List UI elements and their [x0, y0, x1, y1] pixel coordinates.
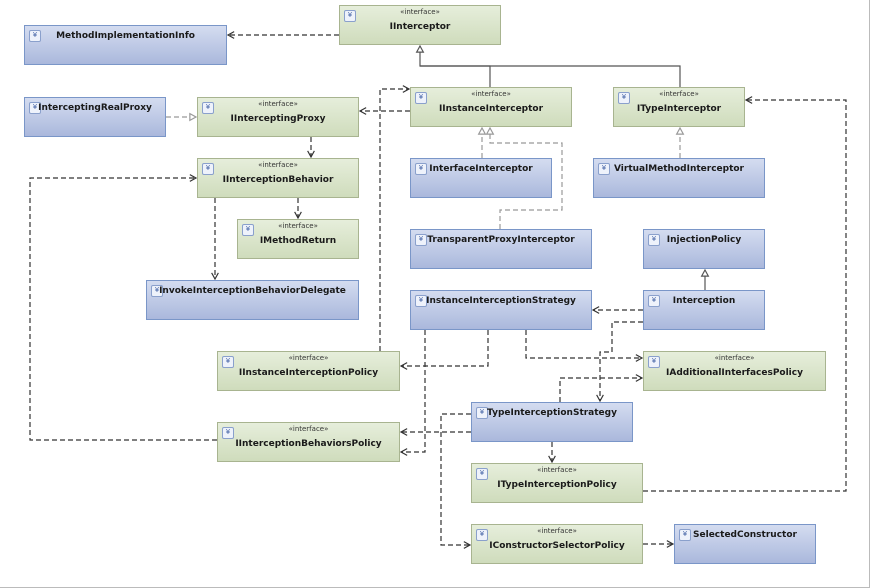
hollow-triangle-arrowhead-icon	[415, 44, 425, 53]
stereotype-label: «interface»	[258, 100, 298, 108]
box-name: TransparentProxyInterceptor	[427, 235, 575, 245]
box-name: InstanceInterceptionStrategy	[426, 296, 576, 306]
stereotype-label: «interface»	[537, 466, 577, 474]
box-name: IInstanceInterceptionPolicy	[238, 368, 379, 378]
interface-box-i-interception-behavior[interactable]: ¥ «interface» IInterceptionBehavior	[197, 158, 359, 198]
interface-box-i-type-interception-policy[interactable]: ¥ «interface» ITypeInterceptionPolicy	[471, 463, 643, 503]
interface-box-i-type-interceptor[interactable]: ¥ «interface» ITypeInterceptor	[613, 87, 745, 127]
stereotype-label: «interface»	[400, 8, 440, 16]
dependency-edge-instance-interception-strategy-to-i-additional-interfaces-policy	[525, 330, 642, 359]
box-name: IInterceptingProxy	[230, 114, 326, 124]
box-name: IAdditionalInterfacesPolicy	[666, 368, 803, 378]
box-name: SelectedConstructor	[693, 530, 797, 540]
box-name: IInterceptionBehaviorsPolicy	[235, 439, 382, 449]
class-box-instance-interception-strategy[interactable]: ¥ InstanceInterceptionStrategy	[410, 290, 592, 330]
hollow-triangle-arrowhead-icon	[189, 112, 198, 122]
box-name: VirtualMethodInterceptor	[614, 164, 744, 174]
box-name: InvokeInterceptionBehaviorDelegate	[159, 286, 346, 296]
class-box-type-interception-strategy[interactable]: ¥ TypeInterceptionStrategy	[471, 402, 633, 442]
stereotype-label: «interface»	[288, 425, 329, 433]
class-box-interception[interactable]: ¥ Interception	[643, 290, 765, 330]
class-box-intercepting-real-proxy[interactable]: ¥ InterceptingRealProxy	[24, 97, 166, 137]
dependency-edge-type-interception-strategy-to-i-constructor-selector-policy	[440, 413, 471, 546]
stereotype-label: «interface»	[278, 222, 318, 230]
stereotype-label: «interface»	[659, 90, 699, 98]
stereotype-label: «interface»	[537, 527, 577, 535]
class-diagram: ¥ «interface» IInterceptor ¥ MethodImplement…	[0, 0, 870, 588]
class-box-transparent-proxy-interceptor[interactable]: ¥ TransparentProxyInterceptor	[410, 229, 592, 269]
interface-box-i-additional-interfaces-policy[interactable]: ¥ «interface» IAdditionalInterfacesPolicy	[643, 351, 826, 391]
dependency-edge-i-instance-interception-policy-to-i-instance-interceptor	[379, 88, 409, 351]
class-box-method-implementation-info[interactable]: ¥ MethodImplementationInfo	[24, 25, 227, 65]
box-name: ITypeInterceptionPolicy	[497, 480, 617, 490]
class-box-selected-constructor[interactable]: ¥ SelectedConstructor	[674, 524, 816, 564]
box-name: IMethodReturn	[259, 236, 337, 246]
hollow-triangle-arrowhead-icon	[700, 268, 710, 277]
stereotype-label: «interface»	[714, 354, 755, 362]
interface-box-i-instance-interception-policy[interactable]: ¥ «interface» IInstanceInterceptionPolicy	[217, 351, 400, 391]
box-name: InterceptingRealProxy	[38, 103, 152, 113]
interface-box-i-interceptor[interactable]: ¥ «interface» IInterceptor	[339, 5, 501, 45]
box-name: Interception	[672, 296, 736, 306]
class-box-interface-interceptor[interactable]: ¥ InterfaceInterceptor	[410, 158, 552, 198]
box-name: IInstanceInterceptor	[438, 104, 544, 114]
hollow-triangle-arrowhead-icon	[675, 126, 685, 135]
stereotype-label: «interface»	[258, 161, 298, 169]
class-box-invoke-interception-behavior-delegate[interactable]: ¥ InvokeInterceptionBehaviorDelegate	[146, 280, 359, 320]
hollow-triangle-arrowhead-icon	[485, 126, 495, 135]
box-name: IInterceptor	[389, 22, 451, 32]
class-box-injection-policy[interactable]: ¥ InjectionPolicy	[643, 229, 765, 269]
open-arrowhead-icon	[402, 85, 411, 93]
interface-box-i-method-return[interactable]: ¥ «interface» IMethodReturn	[237, 219, 359, 259]
hollow-triangle-arrowhead-icon	[477, 126, 487, 135]
stereotype-label: «interface»	[288, 354, 329, 362]
interface-box-i-instance-interceptor[interactable]: ¥ «interface» IInstanceInterceptor	[410, 87, 572, 127]
stereotype-label: «interface»	[471, 90, 511, 98]
box-name: InjectionPolicy	[666, 235, 742, 245]
box-name: IConstructorSelectorPolicy	[489, 541, 625, 551]
box-name: IInterceptionBehavior	[222, 175, 334, 185]
interface-box-i-interception-behaviors-policy[interactable]: ¥ «interface» IInterceptionBehaviorsPolicy	[217, 422, 400, 462]
box-name: MethodImplementationInfo	[56, 31, 195, 41]
interface-box-i-constructor-selector-policy[interactable]: ¥ «interface» IConstructorSelectorPolicy	[471, 524, 643, 564]
inheritance-edge-i-type-interceptor-to-i-interceptor	[420, 65, 681, 87]
box-name: ITypeInterceptor	[636, 104, 722, 114]
box-name: InterfaceInterceptor	[429, 164, 533, 174]
class-box-virtual-method-interceptor[interactable]: ¥ VirtualMethodInterceptor	[593, 158, 765, 198]
dependency-edge-instance-interception-strategy-to-i-instance-interception-policy	[401, 330, 489, 367]
open-arrowhead-icon	[399, 362, 408, 370]
box-name: TypeInterceptionStrategy	[487, 408, 617, 418]
interface-box-i-intercepting-proxy[interactable]: ¥ «interface» IInterceptingProxy	[197, 97, 359, 137]
